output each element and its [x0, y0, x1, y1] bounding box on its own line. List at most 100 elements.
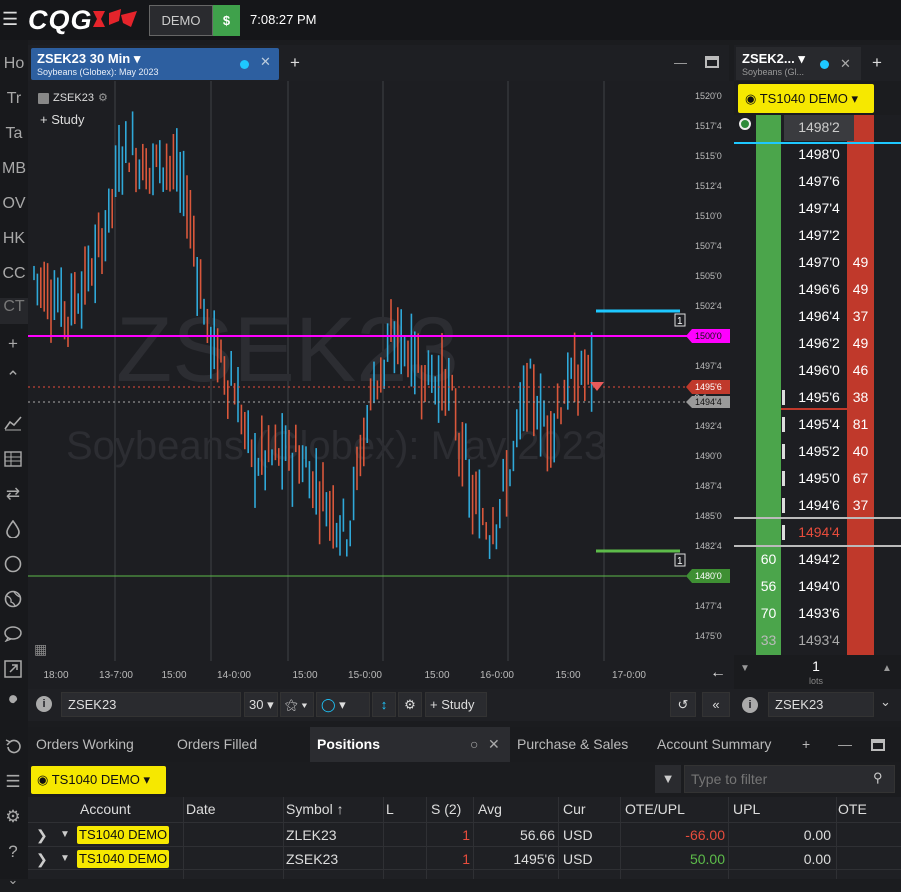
info-icon[interactable]: i	[742, 697, 758, 713]
dom-price[interactable]: 1493'4	[784, 627, 854, 654]
dom-price[interactable]: 1494'4	[784, 519, 854, 546]
nav-item-tr[interactable]: Tr	[0, 90, 28, 108]
dom-price[interactable]: 1497'6	[784, 168, 854, 195]
external-link-icon[interactable]	[4, 660, 22, 678]
visibility-select[interactable]: ◯ ▾	[316, 692, 370, 717]
dom-ask-size[interactable]: 37	[847, 492, 874, 519]
add-study-link[interactable]: + Study	[40, 112, 84, 127]
globe-icon[interactable]	[4, 590, 22, 608]
dom-ask-size[interactable]: 81	[847, 411, 874, 438]
col-cur[interactable]: Cur	[563, 797, 586, 821]
add-study-button[interactable]: + Study	[425, 692, 487, 717]
chevron-down-icon[interactable]: ⌄	[3, 872, 23, 892]
tab-account-summary[interactable]: Account Summary	[657, 727, 771, 762]
dom-ask-size[interactable]: 38	[847, 384, 874, 411]
tab-purchase-sales[interactable]: Purchase & Sales	[517, 727, 628, 762]
expand-icon[interactable]: ❯	[36, 823, 48, 847]
dom-price-row[interactable]: 1495'6 38	[734, 384, 901, 411]
dom-price-row[interactable]: 1494'4	[734, 519, 901, 546]
col-s[interactable]: S (2)	[431, 797, 461, 821]
list-icon[interactable]: ☰	[3, 772, 23, 792]
dom-ask-size[interactable]: 49	[847, 276, 874, 303]
col-ote[interactable]: OTE	[838, 797, 867, 821]
decrease-qty-icon[interactable]: ▼	[740, 663, 750, 674]
dom-price[interactable]: 1494'6	[784, 492, 854, 519]
tab-orders-working[interactable]: Orders Working	[36, 727, 134, 762]
nav-item-ov[interactable]: OV	[0, 195, 28, 213]
add-tab-icon[interactable]: +	[290, 53, 300, 73]
nav-item-ta[interactable]: Ta	[0, 125, 28, 143]
dom-price-row[interactable]: 1496'2 49	[734, 330, 901, 357]
dom-price[interactable]: 1496'0	[784, 357, 854, 384]
nav-item-ct[interactable]: CT	[0, 298, 28, 324]
dom-price[interactable]: 1497'4	[784, 195, 854, 222]
dom-price-row[interactable]: 1494'2 60	[734, 546, 901, 573]
dom-price-row[interactable]: 1496'6 49	[734, 276, 901, 303]
dom-ask-size[interactable]: 49	[847, 330, 874, 357]
chevron-up-icon[interactable]: ⌃	[3, 368, 23, 388]
chart-symbol-input[interactable]: ZSEK23	[61, 692, 241, 717]
col-l[interactable]: L	[386, 797, 394, 821]
reset-icon[interactable]: ↺	[670, 692, 696, 717]
nav-item-mb[interactable]: MB	[0, 160, 28, 178]
dom-ask-size[interactable]: 67	[847, 465, 874, 492]
price-chart[interactable]: ZSEK23 Soybeans (Globex): May 2023 1 1 1520'…	[28, 81, 734, 689]
menu-icon[interactable]: ☰	[2, 10, 20, 28]
dom-bid-size[interactable]: 60	[756, 546, 781, 573]
dom-tab[interactable]: ZSEK2... ▾ Soybeans (Gl... ✕	[736, 47, 861, 80]
maximize-icon[interactable]	[871, 739, 885, 751]
dom-price-row[interactable]: 1493'6 70	[734, 600, 901, 627]
close-icon[interactable]: ✕	[260, 54, 271, 70]
filter-field[interactable]: ⚲	[684, 765, 895, 793]
close-icon[interactable]: ✕	[840, 56, 851, 72]
filter-input[interactable]	[691, 770, 861, 788]
nav-item-ho[interactable]: Ho	[0, 55, 28, 73]
transfer-icon[interactable]: ⇄	[3, 484, 23, 504]
dom-ask-size[interactable]: 46	[847, 357, 874, 384]
chevron-down-icon[interactable]: ⌄	[880, 694, 891, 710]
row-account[interactable]: TS1040 DEMO	[77, 826, 170, 844]
dom-price-row[interactable]: 1497'2	[734, 222, 901, 249]
col-ote-upl[interactable]: OTE/UPL	[625, 797, 685, 821]
table-row[interactable]: ❯ ▼ TS1040 DEMO ZSEK23 1 1495'6 USD 50.0…	[28, 846, 901, 870]
dom-price-row[interactable]: 1496'4 37	[734, 303, 901, 330]
dom-price[interactable]: 1497'2	[784, 222, 854, 249]
dom-price-row[interactable]: 1495'0 67	[734, 465, 901, 492]
dom-price[interactable]: 1496'2	[784, 330, 854, 357]
maximize-icon[interactable]	[705, 56, 719, 68]
dom-account-select[interactable]: ◉ TS1040 DEMO ▾	[738, 84, 874, 113]
drop-icon[interactable]	[6, 520, 20, 538]
expand-icon[interactable]: ❯	[36, 847, 48, 871]
dom-price[interactable]: 1493'6	[784, 600, 854, 627]
dom-price-row[interactable]: 1497'4	[734, 195, 901, 222]
demo-button[interactable]: DEMO	[149, 5, 213, 36]
table-icon[interactable]	[4, 451, 22, 467]
col-date[interactable]: Date	[186, 797, 216, 821]
row-menu-icon[interactable]: ▼	[60, 823, 70, 847]
dom-price[interactable]: 1496'6	[784, 276, 854, 303]
dom-price[interactable]: 1495'6	[784, 384, 854, 411]
dom-price[interactable]: 1498'2	[784, 115, 854, 141]
add-tab-icon[interactable]: +	[802, 727, 810, 762]
legend-gear-icon[interactable]: ⚙	[98, 91, 108, 104]
dom-price-row[interactable]: 1493'4 33	[734, 627, 901, 654]
dom-bid-size[interactable]: 70	[756, 600, 781, 627]
qty-value[interactable]: 1	[796, 658, 836, 674]
dom-price[interactable]: 1494'0	[784, 573, 854, 600]
chart-canvas[interactable]: ZSEK23 Soybeans (Globex): May 2023 1 1 1520'…	[28, 81, 734, 689]
chart-tab[interactable]: ZSEK23 30 Min ▾ Soybeans (Globex): May 2…	[31, 48, 279, 80]
dom-price[interactable]: 1495'4	[784, 411, 854, 438]
close-icon[interactable]: ✕	[488, 727, 500, 762]
dom-price-row[interactable]: 1494'0 56	[734, 573, 901, 600]
dom-price-row[interactable]: 1496'0 46	[734, 357, 901, 384]
dom-bid-size[interactable]: 33	[756, 627, 781, 654]
col-upl[interactable]: UPL	[733, 797, 760, 821]
dom-ask-size[interactable]: 49	[847, 249, 874, 276]
col-symbol[interactable]: Symbol ↑	[286, 797, 344, 821]
chat-icon[interactable]	[4, 626, 22, 642]
col-account[interactable]: Account	[80, 797, 131, 821]
dom-price-row[interactable]: 1498'0	[734, 141, 901, 168]
dom-ask-size[interactable]: 37	[847, 303, 874, 330]
dollar-button[interactable]: $	[213, 5, 240, 36]
filter-icon[interactable]: ▼	[655, 765, 681, 793]
